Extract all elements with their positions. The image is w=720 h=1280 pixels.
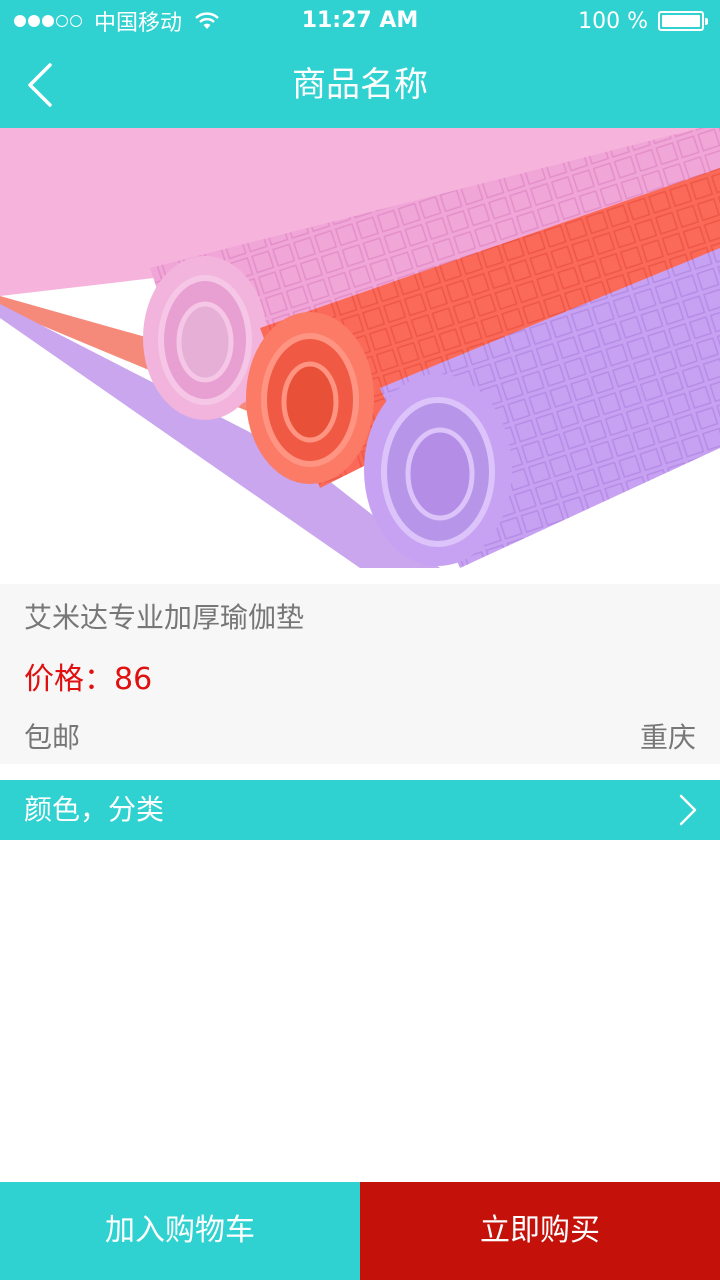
footer-actions: 加入购物车 立即购买 — [0, 1182, 720, 1280]
chevron-right-icon — [679, 794, 697, 826]
product-name: 艾米达专业加厚瑜伽垫 — [24, 601, 305, 634]
add-to-cart-button[interactable]: 加入购物车 — [0, 1182, 360, 1280]
product-price: 价格：86 — [24, 662, 153, 697]
options-selector[interactable]: 颜色，分类 — [0, 780, 720, 840]
buy-now-button[interactable]: 立即购买 — [360, 1182, 720, 1280]
yoga-mat-illustration — [0, 128, 720, 584]
header: 中国移动 11:27 AM 100 % 商品名称 — [0, 0, 720, 128]
shipping-label: 包邮 — [24, 721, 81, 754]
nav-bar: 商品名称 — [0, 42, 720, 128]
status-right: 100 % — [578, 6, 708, 36]
page-title: 商品名称 — [292, 65, 428, 105]
options-label: 颜色，分类 — [24, 793, 165, 826]
back-button[interactable] — [10, 50, 70, 120]
status-bar: 中国移动 11:27 AM 100 % — [0, 0, 720, 42]
chevron-left-icon — [28, 63, 52, 107]
product-image — [0, 128, 720, 584]
battery-percent: 100 % — [578, 8, 648, 34]
battery-icon — [658, 11, 708, 31]
product-info: 艾米达专业加厚瑜伽垫 价格：86 包邮 重庆 — [0, 584, 720, 764]
location-label: 重庆 — [639, 721, 696, 754]
